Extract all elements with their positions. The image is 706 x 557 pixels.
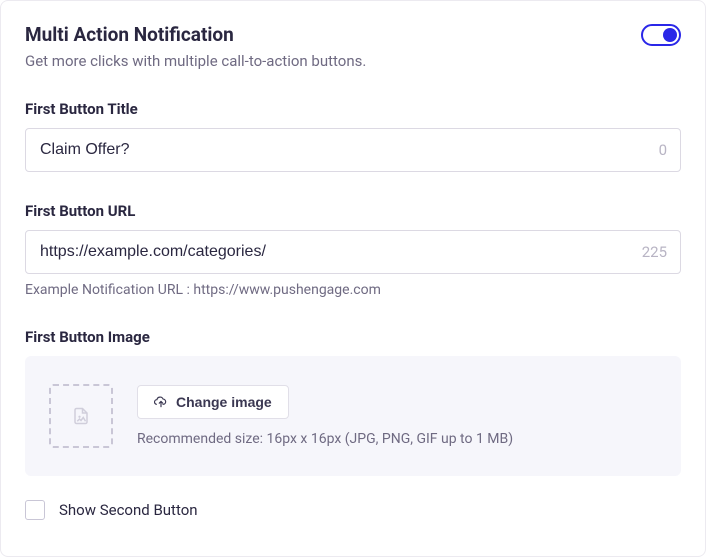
first-button-image-label: First Button Image	[25, 328, 681, 346]
url-helper-text: Example Notification URL : https://www.p…	[25, 282, 681, 298]
image-upload-panel: Change image Recommended size: 16px x 16…	[25, 356, 681, 476]
image-placeholder[interactable]	[49, 384, 113, 448]
toggle-knob	[663, 28, 677, 42]
upload-icon	[154, 395, 168, 409]
card-subtitle: Get more clicks with multiple call-to-ac…	[25, 52, 681, 70]
first-button-url-label: First Button URL	[25, 202, 681, 220]
first-button-title-wrap: 0	[25, 128, 681, 172]
card-title: Multi Action Notification	[25, 23, 234, 46]
header-row: Multi Action Notification	[25, 23, 681, 46]
enable-toggle[interactable]	[641, 24, 681, 46]
first-button-title-label: First Button Title	[25, 100, 681, 118]
multi-action-notification-card: Multi Action Notification Get more click…	[0, 0, 706, 557]
image-recommended-text: Recommended size: 16px x 16px (JPG, PNG,…	[137, 431, 513, 447]
first-button-url-wrap: 225	[25, 230, 681, 274]
image-file-icon	[72, 407, 90, 425]
image-right-col: Change image Recommended size: 16px x 16…	[137, 385, 513, 447]
show-second-checkbox[interactable]	[25, 500, 45, 520]
change-image-label: Change image	[176, 394, 272, 410]
show-second-row: Show Second Button	[25, 500, 681, 520]
first-button-title-input[interactable]	[25, 128, 681, 172]
change-image-button[interactable]: Change image	[137, 385, 289, 419]
header-text: Multi Action Notification	[25, 23, 234, 46]
first-button-title-count: 0	[659, 141, 667, 159]
show-second-label: Show Second Button	[59, 501, 198, 519]
first-button-url-input[interactable]	[25, 230, 681, 274]
first-button-url-count: 225	[642, 243, 667, 261]
